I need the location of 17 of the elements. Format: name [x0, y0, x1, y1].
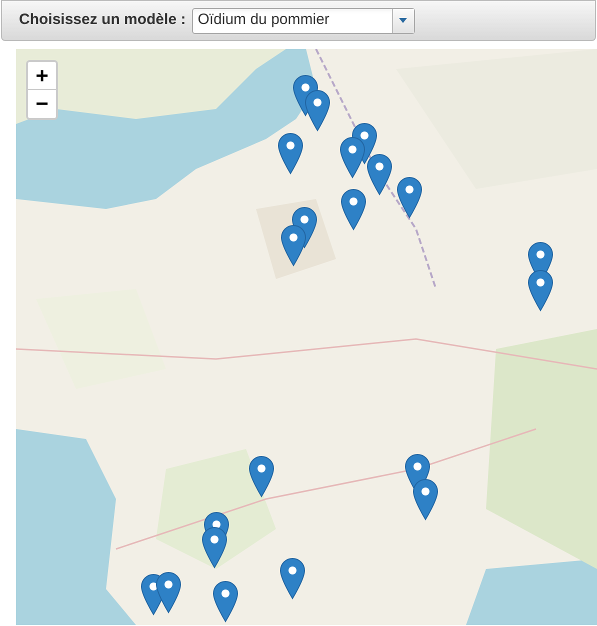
map-marker-pair-icon[interactable] — [528, 242, 552, 310]
map-marker-icon[interactable] — [212, 580, 238, 622]
map-marker-pair-icon[interactable] — [202, 512, 228, 568]
map-marker-pair-icon[interactable] — [280, 206, 316, 266]
map-marker-pair-icon[interactable] — [404, 454, 438, 520]
map-marker-icon[interactable] — [396, 176, 422, 218]
dropdown-caret-icon — [399, 18, 408, 23]
model-label: Choisissez un modèle : — [19, 10, 186, 30]
map-marker-icon[interactable] — [248, 456, 274, 496]
zoom-in-button[interactable]: + — [28, 62, 56, 90]
map-marker-pair-icon[interactable] — [140, 572, 180, 614]
map-marker-icon[interactable] — [280, 558, 304, 598]
map-marker-icon[interactable] — [340, 188, 366, 230]
model-select[interactable]: Oïdium du pommier — [192, 8, 415, 34]
map-marker-icon[interactable] — [278, 132, 302, 174]
map-marker-pair-icon[interactable] — [292, 74, 330, 130]
map-marker-icon[interactable] — [366, 154, 392, 194]
